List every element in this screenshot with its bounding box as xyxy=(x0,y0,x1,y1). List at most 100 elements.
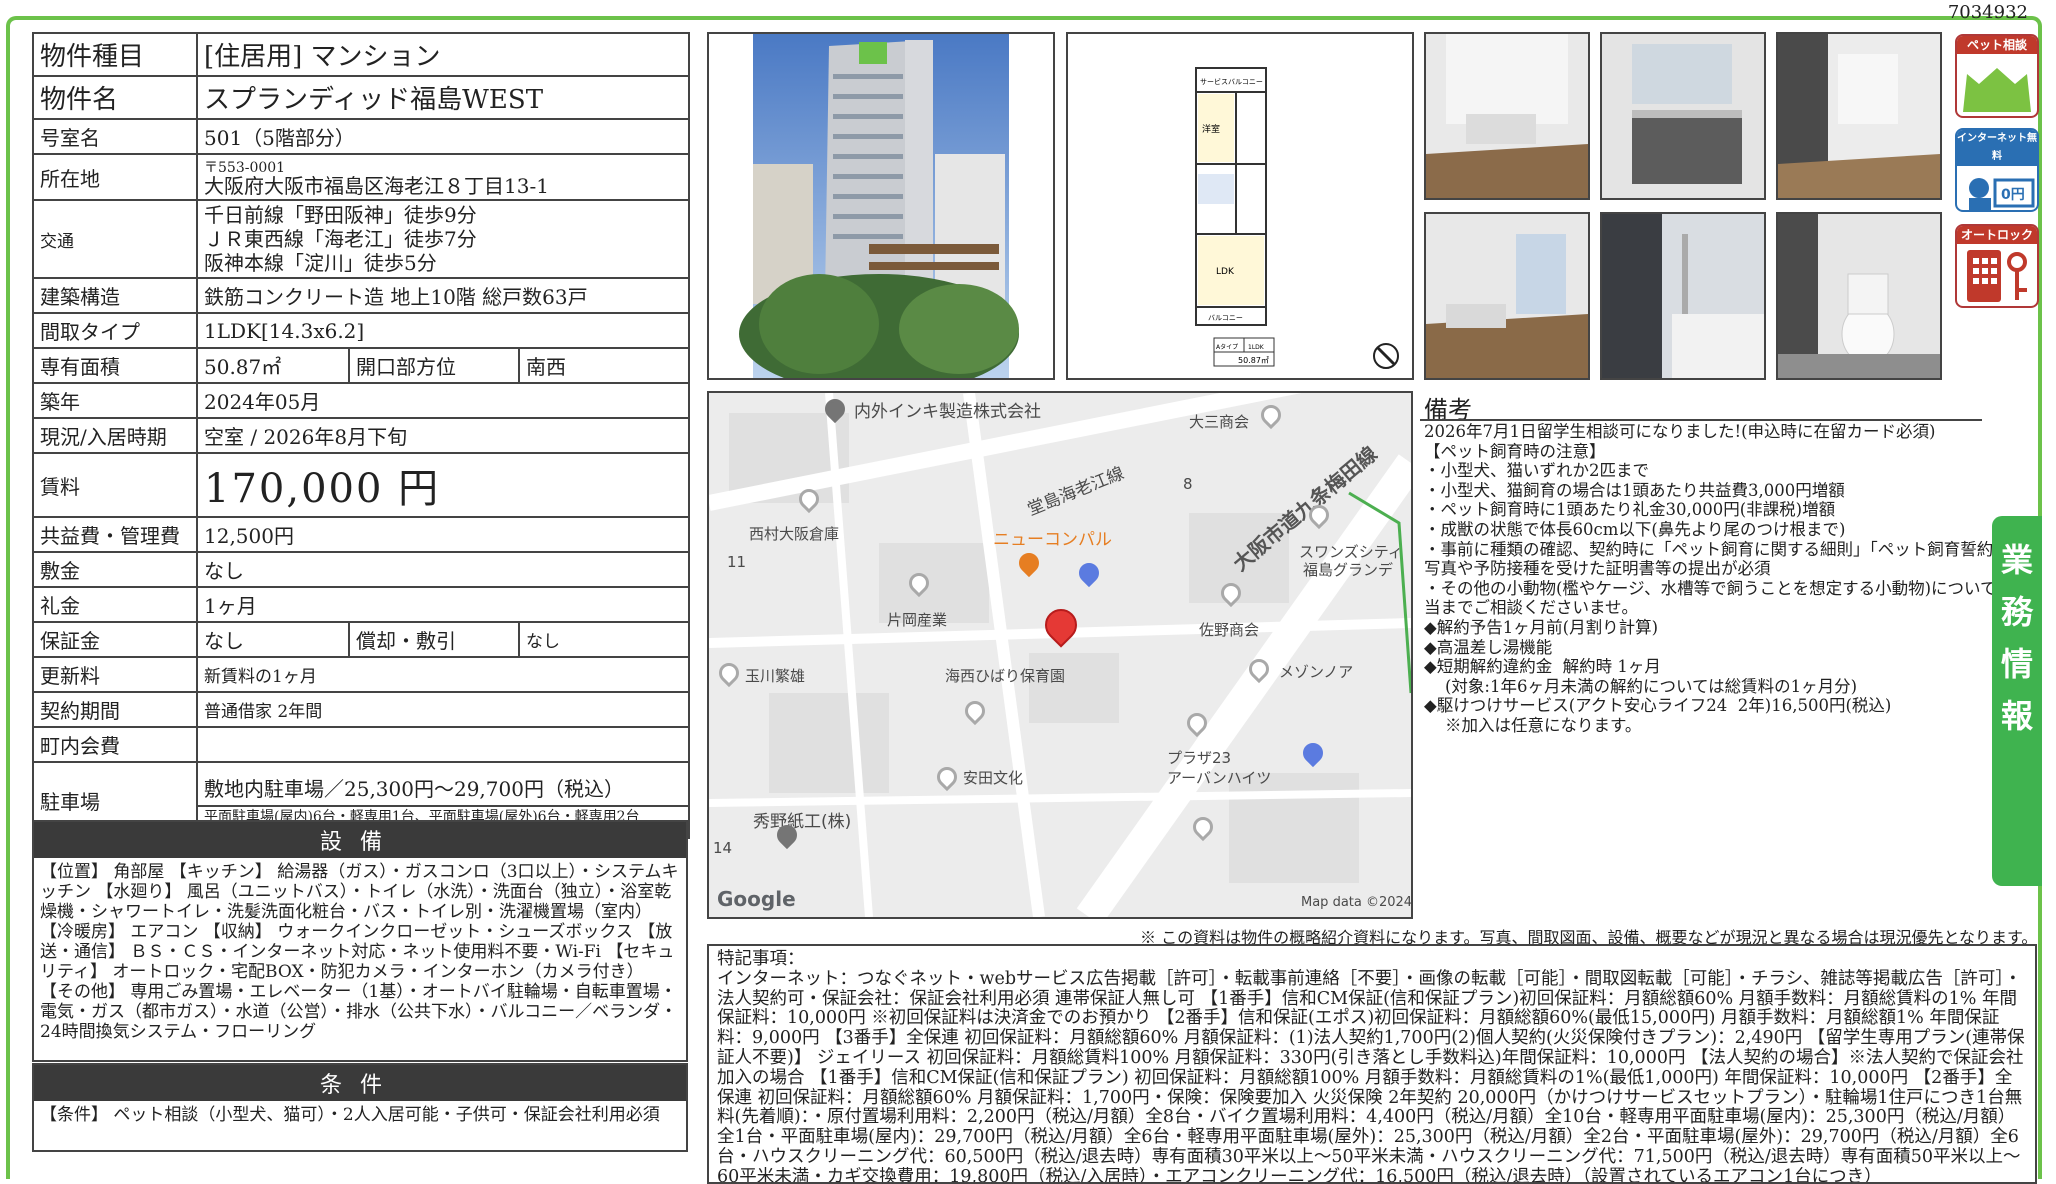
transit-line-1: 千日前線「野田阪神」徒歩9分 xyxy=(204,203,477,227)
interior-photo-5-image xyxy=(1602,214,1764,378)
interior-photo-3-image xyxy=(1778,34,1940,198)
floorplan-image[interactable]: サービスバルコニー 洋室 LDK バルコニー Aタイプ 1LDK 50.87㎡ xyxy=(1066,32,1414,380)
remarks-text: 2026年7月1日留学生相談可になりました!(申込時に在留カード必須) 【ペット… xyxy=(1424,422,2035,735)
interior-photo-3[interactable] xyxy=(1776,32,1942,200)
map-label-fukushima: 福島グランデ xyxy=(1303,561,1394,579)
conditions-text: 【条件】 ペット相談（小型犬、猫可）・2人入居可能・子供可・保証会社利用必須 xyxy=(40,1105,660,1125)
map-label-num11: 11 xyxy=(727,553,747,571)
map-label-plaza: プラザ23 xyxy=(1167,749,1232,767)
layout-value: 1LDK[14.3x6.2] xyxy=(195,312,691,349)
interior-photo-4-image xyxy=(1426,214,1588,378)
map-label-company: 内外インキ製造株式会社 xyxy=(854,402,1041,422)
interior-photo-2[interactable] xyxy=(1600,32,1766,200)
pet-icon-label: ペット相談 xyxy=(1957,36,2037,54)
fp-type: Aタイプ xyxy=(1216,343,1238,351)
amort-label: 償却・敷引 xyxy=(348,621,520,658)
area-value: 50.87㎡ xyxy=(196,347,350,384)
address-label: 所在地 xyxy=(32,153,198,201)
fp-area: 50.87㎡ xyxy=(1238,356,1269,365)
structure-label: 建築構造 xyxy=(32,277,198,314)
type-value: [住居用] マンション xyxy=(195,32,691,77)
map-roads xyxy=(709,393,1411,917)
pet-icon-graphic xyxy=(1963,68,2031,112)
floorplan-drawing: サービスバルコニー 洋室 LDK バルコニー Aタイプ 1LDK 50.87㎡ xyxy=(1195,67,1399,369)
direction-label: 開口部方位 xyxy=(348,347,520,384)
map-label-nishimura: 西村大阪倉庫 xyxy=(749,525,840,543)
map-label-sano: 佐野商会 xyxy=(1199,621,1260,639)
name-value: スプランディッド福島WEST xyxy=(195,75,691,120)
room-value: 501（5階部分） xyxy=(195,118,691,155)
internet-free-icon: インターネット無料 0円 xyxy=(1955,128,2039,212)
interior-photo-6-image xyxy=(1778,214,1940,378)
fp-service-balcony: サービスバルコニー xyxy=(1200,77,1263,86)
area-label: 専有面積 xyxy=(32,347,198,384)
special-notes-text: 特記事項： インターネット：つなぐネット・webサービス広告掲載［許可］・転載事… xyxy=(717,949,2025,1184)
direction-value: 南西 xyxy=(517,347,691,384)
map-label-tamagawa: 玉川繁雄 xyxy=(745,667,806,685)
google-logo: Google xyxy=(717,887,796,911)
fp-layout: 1LDK xyxy=(1248,344,1265,351)
special-notes: 特記事項： インターネット：つなぐネット・webサービス広告掲載［許可］・転載事… xyxy=(707,944,2037,1184)
facilities-text: 【位置】 角部屋 【キッチン】 給湯器（ガス）・ガスコンロ（3口以上）・システム… xyxy=(40,862,679,1042)
pet-icon: ペット相談 xyxy=(1955,34,2039,118)
keymoney-value: 1ヶ月 xyxy=(195,586,691,623)
room-label: 号室名 xyxy=(32,118,198,155)
building-photo[interactable] xyxy=(707,32,1055,380)
status-label: 現況/入居時期 xyxy=(32,417,198,454)
built-value: 2024年05月 xyxy=(195,382,691,419)
property-table: 物件種目 [住居用] マンション 物件名 スプランディッド福島WEST 号室名 … xyxy=(32,32,691,839)
map-label-daisan: 大三商会 xyxy=(1189,413,1250,431)
fee-label: 共益費・管理費 xyxy=(32,516,198,553)
location-map[interactable]: 内外インキ製造株式会社 大三商会 堂島海老江線 大阪市道九条梅田線 8 11 1… xyxy=(707,391,1413,919)
facilities-heading: 設備 xyxy=(34,822,686,858)
type-label: 物件種目 xyxy=(32,32,198,77)
map-attribution: Map data ©2024 xyxy=(1301,895,1413,910)
business-info-tab-label: 業務情報 xyxy=(2000,541,2033,735)
fp-ldk: LDK xyxy=(1216,267,1235,277)
autolock-icon-graphic xyxy=(1967,250,2027,302)
rent-label: 賃料 xyxy=(32,452,198,518)
map-label-yasuda: 安田文化 xyxy=(963,769,1024,787)
fee-value: 12,500円 xyxy=(195,516,691,553)
transit-line-2: ＪＲ東西線「海老江」徒歩7分 xyxy=(204,227,477,251)
map-label-num8: 8 xyxy=(1183,475,1193,493)
built-label: 築年 xyxy=(32,382,198,419)
guarantee-value: なし xyxy=(196,621,350,658)
conditions-heading: 条件 xyxy=(34,1065,686,1101)
interior-photo-1[interactable] xyxy=(1424,32,1590,200)
status-value: 空室 / 2026年8月下旬 xyxy=(195,417,691,454)
business-info-tab[interactable]: 業務情報 xyxy=(1992,516,2042,886)
facilities-box: 設備 【位置】 角部屋 【キッチン】 給湯器（ガス）・ガスコンロ（3口以上）・シ… xyxy=(32,820,688,1062)
autolock-icon: オートロック xyxy=(1955,224,2039,308)
address-value: 大阪府大阪市福島区海老江８丁目13-1 xyxy=(204,174,549,198)
transit-cell: 千日前線「野田阪神」徒歩9分 ＪＲ東西線「海老江」徒歩7分 阪神本線「淀川」徒歩… xyxy=(195,199,691,279)
conditions-box: 条件 【条件】 ペット相談（小型犬、猫可）・2人入居可能・子供可・保証会社利用必… xyxy=(32,1063,688,1152)
town-value xyxy=(195,726,691,763)
contract-label: 契約期間 xyxy=(32,691,198,728)
autolock-icon-label: オートロック xyxy=(1957,226,2037,244)
transit-line-3: 阪神本線「淀川」徒歩5分 xyxy=(204,251,437,275)
interior-photo-6[interactable] xyxy=(1776,212,1942,380)
doc-id: 7034932 xyxy=(1947,2,2028,23)
map-label-hideno: 秀野紙工(株) xyxy=(753,812,852,832)
contract-value: 普通借家 2年間 xyxy=(195,691,691,728)
amort-value: なし xyxy=(517,621,691,658)
layout-label: 間取タイプ xyxy=(32,312,198,349)
map-label-kataoka: 片岡産業 xyxy=(887,611,948,629)
interior-photo-2-image xyxy=(1602,34,1764,198)
interior-photo-4[interactable] xyxy=(1424,212,1590,380)
fp-balcony: バルコニー xyxy=(1208,314,1243,322)
building-photo-image xyxy=(739,34,1019,378)
deposit-value: なし xyxy=(195,551,691,588)
interior-photo-5[interactable] xyxy=(1600,212,1766,380)
parking-value: 敷地内駐車場／25,300円〜29,700円（税込） xyxy=(199,773,688,807)
renewal-label: 更新料 xyxy=(32,656,198,693)
name-label: 物件名 xyxy=(32,75,198,120)
address-cell: 〒553-0001 大阪府大阪市福島区海老江８丁目13-1 xyxy=(195,153,691,201)
map-label-hibari: 海西ひばり保育園 xyxy=(945,667,1066,685)
map-label-urban: アーバンハイツ xyxy=(1167,769,1272,787)
structure-value: 鉄筋コンクリート造 地上10階 総戸数63戸 xyxy=(195,277,691,314)
interior-photo-1-image xyxy=(1426,34,1588,198)
guarantee-label: 保証金 xyxy=(32,621,198,658)
fp-western-room: 洋室 xyxy=(1202,123,1220,135)
